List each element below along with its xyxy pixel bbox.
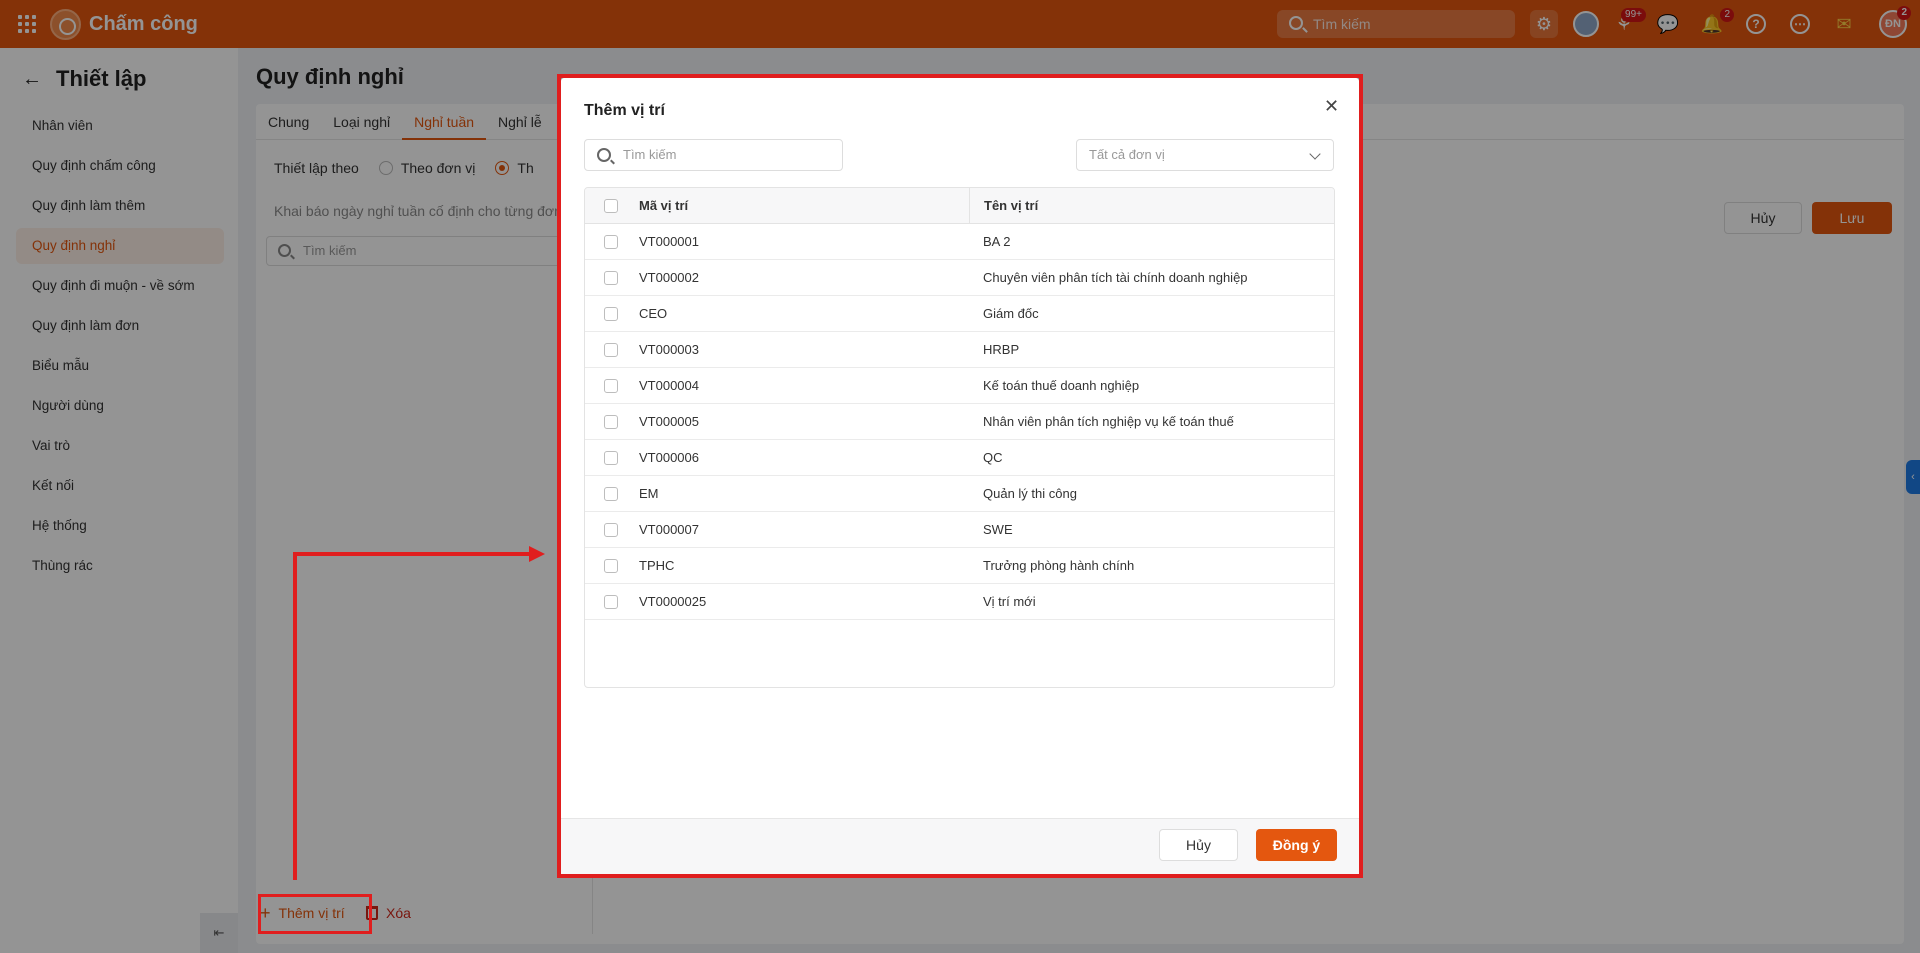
- row-checkbox[interactable]: [604, 270, 618, 285]
- row-checkbox[interactable]: [604, 234, 618, 249]
- row-checkbox[interactable]: [604, 486, 618, 501]
- chevron-down-icon: [1309, 148, 1321, 160]
- position-code: CEO: [639, 306, 668, 321]
- position-name: Vị trí mới: [983, 594, 1036, 609]
- position-code: VT000002: [639, 270, 699, 285]
- position-code: VT000005: [639, 414, 699, 429]
- table-header: Mã vị trí Tên vị trí: [585, 188, 1334, 224]
- table-row[interactable]: VT000006 QC: [585, 440, 1334, 476]
- position-name: SWE: [983, 522, 1013, 537]
- dialog-search-input[interactable]: Tìm kiếm: [584, 139, 843, 171]
- table-row[interactable]: VT000007 SWE: [585, 512, 1334, 548]
- position-name: Kế toán thuế doanh nghiệp: [983, 378, 1140, 393]
- position-name: QC: [983, 450, 1003, 465]
- row-checkbox[interactable]: [604, 306, 618, 321]
- row-checkbox[interactable]: [604, 378, 618, 393]
- position-name: Chuyên viên phân tích tài chính doanh ng…: [983, 270, 1248, 285]
- table-row[interactable]: VT000005 Nhân viên phân tích nghiệp vụ k…: [585, 404, 1334, 440]
- row-checkbox[interactable]: [604, 450, 618, 465]
- dialog-title: Thêm vị trí: [584, 102, 665, 119]
- position-code: VT000003: [639, 342, 699, 357]
- search-icon: [597, 148, 611, 162]
- row-checkbox[interactable]: [604, 558, 618, 573]
- table-row[interactable]: VT000003 HRBP: [585, 332, 1334, 368]
- annotation-highlight-add-button: [258, 894, 372, 934]
- row-checkbox[interactable]: [604, 414, 618, 429]
- dialog-confirm-button[interactable]: Đồng ý: [1256, 829, 1337, 861]
- position-name: Quản lý thi công: [983, 486, 1077, 501]
- position-table: Mã vị trí Tên vị trí VT000001 BA 2 VT000…: [584, 187, 1335, 688]
- select-all-checkbox[interactable]: [604, 198, 618, 213]
- position-name: Nhân viên phân tích nghiệp vụ kế toán th…: [983, 414, 1234, 429]
- table-row[interactable]: VT0000025 Vị trí mới: [585, 584, 1334, 620]
- position-name: HRBP: [983, 342, 1020, 357]
- dialog-search-placeholder: Tìm kiếm: [623, 147, 677, 162]
- position-code: EM: [639, 486, 659, 501]
- annotation-arrow-head: [529, 546, 545, 562]
- row-checkbox[interactable]: [604, 594, 618, 609]
- table-row[interactable]: VT000002 Chuyên viên phân tích tài chính…: [585, 260, 1334, 296]
- position-name: Trưởng phòng hành chính: [983, 558, 1135, 573]
- position-code: TPHC: [639, 558, 675, 573]
- position-code: VT0000025: [639, 594, 707, 609]
- annotation-arrow-horizontal: [293, 552, 530, 556]
- table-row[interactable]: EM Quản lý thi công: [585, 476, 1334, 512]
- unit-filter-select[interactable]: Tất cả đơn vị: [1076, 139, 1334, 171]
- position-code: VT000001: [639, 234, 699, 249]
- table-row[interactable]: VT000004 Kế toán thuế doanh nghiệp: [585, 368, 1334, 404]
- position-name: BA 2: [983, 234, 1011, 249]
- row-checkbox[interactable]: [604, 342, 618, 357]
- table-row[interactable]: TPHC Trưởng phòng hành chính: [585, 548, 1334, 584]
- position-code: VT000006: [639, 450, 699, 465]
- dialog-footer: Hủy Đồng ý: [561, 818, 1359, 874]
- position-code: VT000004: [639, 378, 699, 393]
- add-position-dialog: Thêm vị trí ✕ Tìm kiếm Tất cả đơn vị Mã …: [561, 78, 1359, 874]
- unit-filter-value: Tất cả đơn vị: [1089, 147, 1165, 162]
- row-checkbox[interactable]: [604, 522, 618, 537]
- close-icon[interactable]: ✕: [1324, 96, 1339, 117]
- column-header-code: Mã vị trí: [639, 198, 689, 213]
- position-name: Giám đốc: [983, 306, 1039, 321]
- position-code: VT000007: [639, 522, 699, 537]
- annotation-arrow-vertical: [293, 552, 297, 880]
- column-header-name: Tên vị trí: [969, 188, 1334, 223]
- table-row[interactable]: CEO Giám đốc: [585, 296, 1334, 332]
- dialog-cancel-button[interactable]: Hủy: [1159, 829, 1238, 861]
- table-row[interactable]: VT000001 BA 2: [585, 224, 1334, 260]
